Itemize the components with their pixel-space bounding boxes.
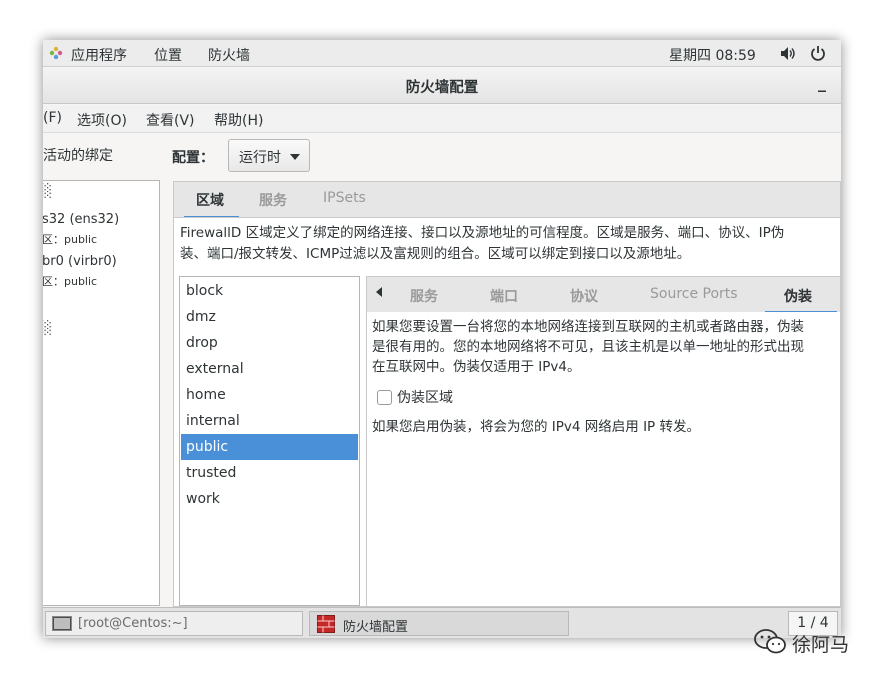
app-menu[interactable]: 防火墙 [208,45,250,65]
masquerade-zone-checkbox[interactable] [377,390,392,405]
tab-ipsets[interactable]: IPSets [323,190,366,206]
firewall-icon [317,615,335,633]
speaker-icon[interactable] [780,46,796,61]
taskbar-terminal-label: [root@Centos:~] [78,616,188,631]
config-dropdown-value: 运行时 [239,150,281,166]
chevron-down-icon [290,154,300,160]
bindings-list: ░ s32 (ens32) 区：public br0 (virbr0) 区：pu… [43,180,160,606]
masquerade-description-line3: 在互联网中。伪装仅适用于 IPv4。 [372,359,581,375]
minimize-button[interactable]: _ [813,73,831,95]
connection-ens32[interactable]: s32 (ens32) [43,212,119,227]
menu-view[interactable]: 查看(V) [146,110,195,130]
zone-item-block[interactable]: block [181,278,358,304]
taskbar-firewall-label: 防火墙配置 [343,620,409,635]
tab-services[interactable]: 服务 [259,190,287,210]
places-menu[interactable]: 位置 [154,45,182,65]
clock[interactable]: 星期四 08:59 [669,45,756,65]
zone-description: FirewallD 区域定义了绑定的网络连接、接口以及源地址的可信程度。区域是服… [180,223,840,265]
zone-description-line2: 装、端口/报文转发、ICMP过滤以及富规则的组合。区域可以绑定到接口以及源地址。 [180,246,691,262]
active-bindings-title: 活动的绑定 [43,148,113,164]
masquerade-description: 如果您要设置一台将您的本地网络连接到互联网的主机或者路由器，伪装 是很有用的。您… [372,317,804,377]
zone-description-line1: FirewallD 区域定义了绑定的网络连接、接口以及源地址的可信程度。区域是服… [180,225,785,241]
menu-help[interactable]: 帮助(H) [214,110,263,130]
zone-item-trusted[interactable]: trusted [181,460,358,486]
menu-options[interactable]: 选项(O) [77,110,127,130]
taskbar-terminal-button[interactable]: [root@Centos:~] [45,611,303,636]
bottom-taskbar: [root@Centos:~] 防火墙配置 1 / 4 [43,607,841,638]
scroll-left-arrow-icon[interactable] [375,286,383,298]
bindings-extra: ░ [43,321,52,336]
desktop-screen: 应用程序 位置 防火墙 星期四 08:59 防火墙配置 _ (F) 选项(O) … [43,40,841,638]
subtab-source-ports[interactable]: Source Ports [650,286,738,302]
menu-bar: (F) 选项(O) 查看(V) 帮助(H) [43,105,841,133]
config-label: 配置： [172,150,214,166]
main-tab-bar: 区域 服务 IPSets [173,181,841,219]
watermark-text: 徐阿马 [792,634,850,656]
zone-item-drop[interactable]: drop [181,330,358,356]
taskbar-firewall-button[interactable]: 防火墙配置 [309,611,569,636]
menu-file[interactable]: (F) [43,110,62,126]
subtab-services[interactable]: 服务 [410,286,438,306]
config-dropdown[interactable]: 运行时 [228,139,310,172]
zone-item-internal[interactable]: internal [181,408,358,434]
subtab-ports[interactable]: 端口 [490,286,518,306]
applications-icon[interactable] [49,46,63,60]
bindings-header: ░ [43,184,52,199]
connection-virbr0[interactable]: br0 (virbr0) [43,254,117,269]
subtab-masquerading[interactable]: 伪装 [784,286,812,306]
power-icon[interactable] [810,45,826,61]
masquerade-description-line1: 如果您要设置一台将您的本地网络连接到互联网的主机或者路由器，伪装 [372,319,804,335]
zone-list: block dmz drop external home internal pu… [179,276,360,606]
zone-item-work[interactable]: work [181,486,358,512]
wechat-icon [754,629,786,654]
terminal-icon [52,616,72,631]
wechat-watermark: 徐阿马 [754,628,849,656]
window-title: 防火墙配置 [405,80,479,96]
connection-ens32-zone: 区：public [43,233,98,246]
zone-item-public[interactable]: public [181,434,358,460]
tab-zones[interactable]: 区域 [196,190,224,210]
masquerade-description-line2: 是很有用的。您的本地网络将不可见，且该主机是以单一地址的形式出现 [372,339,804,355]
zone-settings-tab-bar: 服务 端口 协议 Source Ports 伪装 [366,276,841,314]
masquerade-zone-label[interactable]: 伪装区域 [397,387,453,407]
subtab-protocols[interactable]: 协议 [570,286,598,306]
masquerade-note: 如果您启用伪装，将会为您的 IPv4 网络启用 IP 转发。 [372,419,700,435]
zone-item-dmz[interactable]: dmz [181,304,358,330]
zone-item-home[interactable]: home [181,382,358,408]
applications-menu[interactable]: 应用程序 [71,45,127,65]
connection-virbr0-zone: 区：public [43,275,98,288]
window-titlebar: 防火墙配置 _ [43,67,841,104]
gnome-top-bar: 应用程序 位置 防火墙 星期四 08:59 [43,40,841,67]
zone-item-external[interactable]: external [181,356,358,382]
